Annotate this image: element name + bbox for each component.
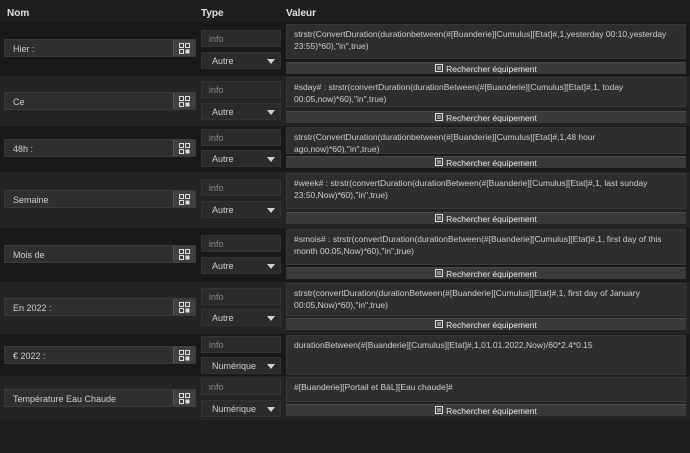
chevron-down-icon bbox=[267, 316, 275, 321]
info-field[interactable]: info bbox=[201, 336, 281, 353]
table-row: Mois de info Autre #smois# : strstr(conv… bbox=[0, 228, 690, 282]
chevron-down-icon bbox=[267, 364, 275, 369]
config-icon[interactable] bbox=[173, 93, 195, 109]
value-field[interactable]: durationBetween(#[Buanderie][Cumulus][Et… bbox=[286, 335, 686, 375]
chevron-down-icon bbox=[267, 59, 275, 64]
subtype-select-value: Autre bbox=[212, 107, 234, 117]
info-field[interactable]: info bbox=[201, 179, 281, 196]
search-equipment-label: Rechercher équipement bbox=[446, 213, 537, 224]
name-field-text: Mois de bbox=[13, 250, 45, 260]
name-field[interactable]: Ce bbox=[4, 92, 196, 110]
name-field-text: Hier : bbox=[13, 44, 35, 54]
name-field[interactable]: Température Eau Chaude bbox=[4, 389, 196, 407]
subtype-select[interactable]: Numérique bbox=[201, 400, 281, 417]
name-field[interactable]: En 2022 : bbox=[4, 298, 196, 316]
chevron-down-icon bbox=[267, 208, 275, 213]
value-field[interactable]: strstr(ConvertDuration(durationbetween(#… bbox=[286, 24, 686, 59]
column-header-type: Type bbox=[201, 8, 224, 19]
name-field-text: Ce bbox=[13, 97, 25, 107]
subtype-select-value: Autre bbox=[212, 154, 234, 164]
search-equipment-button[interactable]: Rechercher équipement bbox=[286, 267, 686, 279]
list-icon bbox=[435, 63, 444, 74]
search-equipment-button[interactable]: Rechercher équipement bbox=[286, 212, 686, 224]
list-icon bbox=[435, 268, 444, 279]
chevron-down-icon bbox=[267, 407, 275, 412]
chevron-down-icon bbox=[267, 264, 275, 269]
table-row: Ce info Autre #sday# : strstr(convertDur… bbox=[0, 76, 690, 126]
chevron-down-icon bbox=[267, 157, 275, 162]
name-field-text: En 2022 : bbox=[13, 303, 52, 313]
search-equipment-label: Rechercher équipement bbox=[446, 268, 537, 279]
value-field[interactable]: #smois# : strstr(convertDuration(duratio… bbox=[286, 229, 686, 265]
value-field[interactable]: strstr(ConvertDuration(durationbetween(#… bbox=[286, 127, 686, 154]
list-icon bbox=[435, 112, 444, 123]
search-equipment-label: Rechercher équipement bbox=[446, 405, 537, 416]
table-row: 48h : info Autre strstr(ConvertDuration(… bbox=[0, 126, 690, 172]
search-equipment-button[interactable]: Rechercher équipement bbox=[286, 111, 686, 123]
search-equipment-button[interactable]: Rechercher équipement bbox=[286, 404, 686, 416]
list-icon bbox=[435, 319, 444, 330]
column-header-name: Nom bbox=[7, 8, 30, 19]
search-equipment-label: Rechercher équipement bbox=[446, 112, 537, 123]
chevron-down-icon bbox=[267, 110, 275, 115]
table-row: Hier : info Autre strstr(ConvertDuration… bbox=[0, 22, 690, 76]
subtype-select[interactable]: Autre bbox=[201, 201, 281, 218]
info-field[interactable]: info bbox=[201, 235, 281, 252]
name-field-text: Température Eau Chaude bbox=[13, 394, 117, 404]
config-icon[interactable] bbox=[173, 40, 195, 56]
config-icon[interactable] bbox=[173, 140, 195, 156]
subtype-select[interactable]: Numérique bbox=[201, 357, 281, 374]
value-field[interactable]: #sday# : strstr(convertDuration(duration… bbox=[286, 77, 686, 107]
info-field[interactable]: info bbox=[201, 288, 281, 305]
info-field[interactable]: info bbox=[201, 81, 281, 98]
search-equipment-button[interactable]: Rechercher équipement bbox=[286, 318, 686, 330]
subtype-select-value: Autre bbox=[212, 261, 234, 271]
subtype-select-value: Autre bbox=[212, 205, 234, 215]
table-row: En 2022 : info Autre strstr(convertDurat… bbox=[0, 282, 690, 334]
name-field[interactable]: Semaine bbox=[4, 190, 196, 208]
list-icon bbox=[435, 213, 444, 224]
info-field[interactable]: info bbox=[201, 30, 281, 47]
name-field-text: 48h : bbox=[13, 144, 34, 154]
name-field[interactable]: Hier : bbox=[4, 39, 196, 57]
subtype-select[interactable]: Autre bbox=[201, 103, 281, 120]
name-field[interactable]: Mois de bbox=[4, 245, 196, 263]
search-equipment-label: Rechercher équipement bbox=[446, 319, 537, 330]
table-header: Nom Type Valeur bbox=[0, 0, 690, 22]
name-field-text: Semaine bbox=[13, 195, 49, 205]
subtype-select-value: Numérique bbox=[212, 361, 257, 371]
search-equipment-label: Rechercher équipement bbox=[446, 63, 537, 74]
table-row: Température Eau Chaude info Numérique #[… bbox=[0, 376, 690, 420]
subtype-select[interactable]: Autre bbox=[201, 309, 281, 326]
table-row: Semaine info Autre #week# : strstr(conve… bbox=[0, 172, 690, 228]
name-field-text: € 2022 : bbox=[13, 351, 46, 361]
config-icon[interactable] bbox=[173, 390, 195, 406]
search-equipment-button[interactable]: Rechercher équipement bbox=[286, 156, 686, 168]
search-equipment-label: Rechercher équipement bbox=[446, 157, 537, 168]
search-equipment-button[interactable]: Rechercher équipement bbox=[286, 62, 686, 74]
list-icon bbox=[435, 405, 444, 416]
list-icon bbox=[435, 157, 444, 168]
subtype-select-value: Autre bbox=[212, 313, 234, 323]
subtype-select[interactable]: Autre bbox=[201, 257, 281, 274]
subtype-select-value: Numérique bbox=[212, 404, 257, 414]
info-field[interactable]: info bbox=[201, 378, 281, 395]
config-icon[interactable] bbox=[173, 347, 195, 363]
subtype-select[interactable]: Autre bbox=[201, 52, 281, 69]
config-icon[interactable] bbox=[173, 191, 195, 207]
subtype-select-value: Autre bbox=[212, 56, 234, 66]
value-field[interactable]: strstr(convertDuration(durationBetween(#… bbox=[286, 283, 686, 316]
table-row: € 2022 : info Numérique durationBetween(… bbox=[0, 334, 690, 376]
info-field[interactable]: info bbox=[201, 129, 281, 146]
value-field[interactable]: #[Buanderie][Portail et BàL][Eau chaude]… bbox=[286, 377, 686, 402]
name-field[interactable]: € 2022 : bbox=[4, 346, 196, 364]
value-field[interactable]: #week# : strstr(convertDuration(duration… bbox=[286, 173, 686, 209]
name-field[interactable]: 48h : bbox=[4, 139, 196, 157]
config-icon[interactable] bbox=[173, 299, 195, 315]
config-icon[interactable] bbox=[173, 246, 195, 262]
subtype-select[interactable]: Autre bbox=[201, 150, 281, 167]
column-header-value: Valeur bbox=[286, 8, 317, 19]
